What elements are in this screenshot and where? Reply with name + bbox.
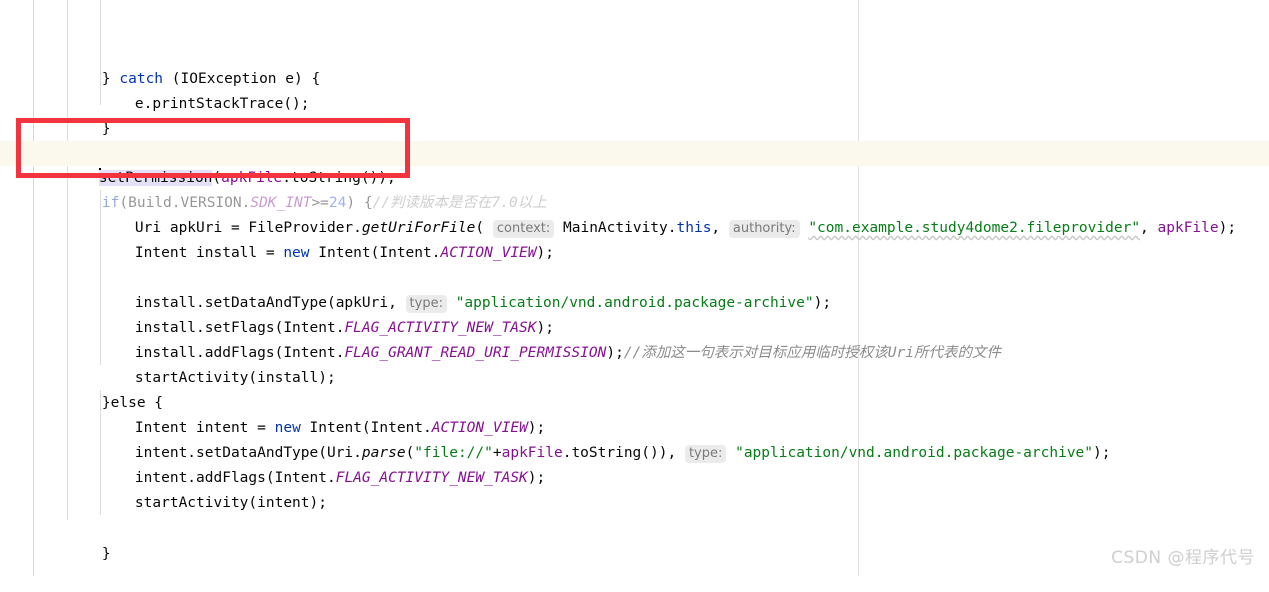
csdn-watermark: CSDN @程序代号 — [1111, 548, 1255, 568]
code-line-intent-decl[interactable]: Intent intent = new Intent(Intent.ACTION… — [0, 391, 1269, 436]
code-line-printstacktrace[interactable]: e.printStackTrace(); — [0, 67, 1269, 112]
code-line-apkuri[interactable]: Uri apkUri = FileProvider.getUriForFile(… — [0, 191, 1269, 238]
code-token-action-view: ACTION_VIEW — [440, 245, 537, 261]
code-line-close-method[interactable]: } — [0, 517, 1269, 562]
code-token-keyword-new: new — [283, 245, 310, 261]
code-line-intent-setdataandtype[interactable]: intent.setDataAndType(Uri.parse("file://… — [0, 416, 1269, 463]
code-token-intent-decl: Intent install = — [134, 245, 284, 261]
code-token-intent-ctor: Intent(Intent. — [309, 245, 441, 261]
code-token-brace: } — [101, 546, 111, 562]
code-line-intent-install[interactable]: Intent install = new Intent(Intent.ACTIO… — [0, 216, 1269, 261]
code-line-else[interactable]: }else { — [0, 366, 1269, 411]
code-line-startactivity-install[interactable]: startActivity(install); — [0, 341, 1269, 386]
code-editor-viewport[interactable]: } catch (IOException e) { e.printStackTr… — [0, 0, 1269, 576]
code-line-install-addflags[interactable]: install.addFlags(Intent.FLAG_GRANT_READ_… — [0, 316, 1269, 361]
code-line-setpermission[interactable]: setPermission(apkFile.toString()); — [0, 141, 1269, 186]
code-token-startactivity-intent: startActivity(intent); — [134, 495, 327, 511]
code-line-intent-addflags[interactable]: intent.addFlags(Intent.FLAG_ACTIVITY_NEW… — [0, 441, 1269, 486]
code-line-startactivity-intent[interactable]: startActivity(intent); — [0, 466, 1269, 511]
code-token-line-end: ); — [536, 245, 554, 261]
code-line-catch[interactable]: } catch (IOException e) { — [0, 42, 1269, 87]
code-token-brace: } — [101, 121, 111, 137]
code-line-if-sdk-int[interactable]: if(Build.VERSION.SDK_INT>=24) {//判读版本是否在… — [0, 166, 1269, 211]
code-line-install-setflags[interactable]: install.setFlags(Intent.FLAG_ACTIVITY_NE… — [0, 291, 1269, 336]
code-line-install-setdataandtype[interactable]: install.setDataAndType(apkUri, type: "ap… — [0, 266, 1269, 313]
code-line-close-try[interactable]: } — [0, 92, 1269, 137]
